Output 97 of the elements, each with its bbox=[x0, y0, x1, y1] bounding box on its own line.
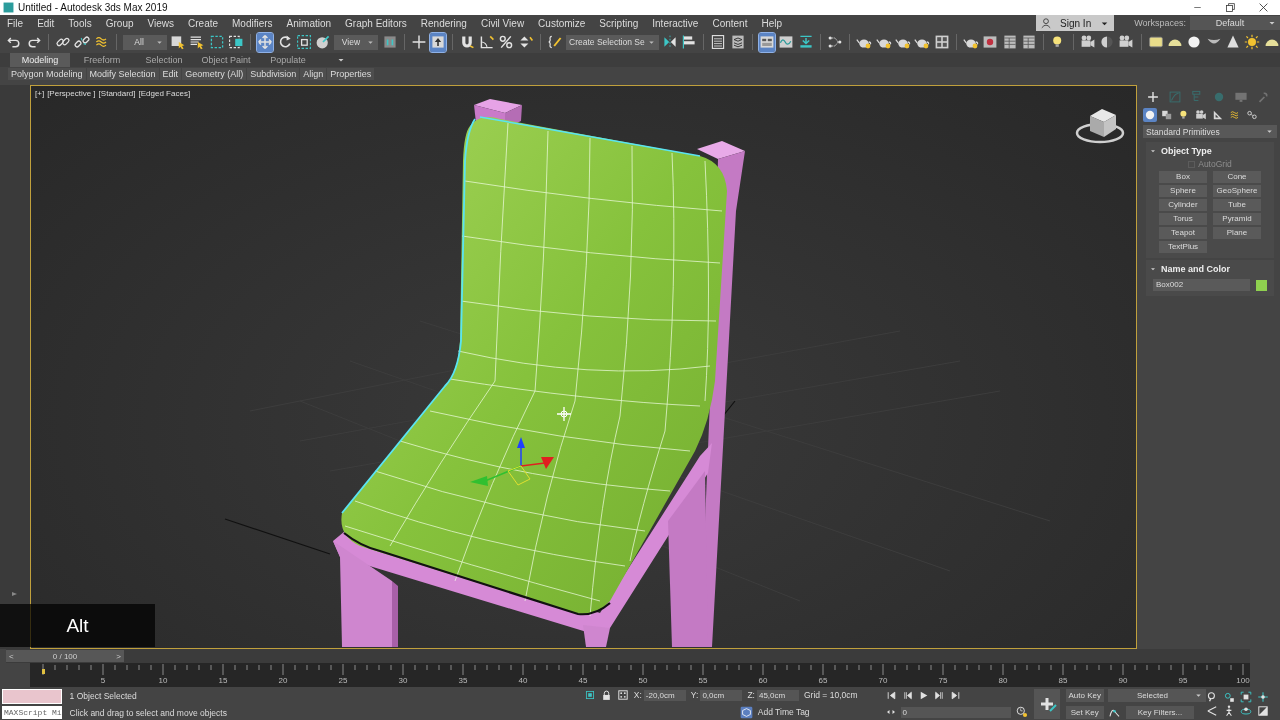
frame-number: 25 bbox=[338, 676, 348, 685]
viewport-label-menu[interactable]: [Perspective ] bbox=[47, 89, 96, 98]
rollout-header[interactable]: Object Type bbox=[1149, 144, 1212, 158]
menu-item[interactable]: Animation bbox=[279, 17, 339, 29]
axis-label: Y: bbox=[690, 690, 699, 701]
toolbar-dropdown[interactable]: All bbox=[122, 34, 167, 50]
grid-size-text: Grid = 10,0cm bbox=[803, 690, 858, 701]
toolbar-dropdown[interactable]: Create Selection Se bbox=[566, 34, 659, 50]
viewport-label-menu[interactable]: [Edged Faces] bbox=[138, 89, 191, 98]
menu-item[interactable]: Interactive bbox=[645, 17, 706, 29]
primitive-button[interactable]: Sphere bbox=[1159, 185, 1207, 197]
primitive-button[interactable]: Torus bbox=[1159, 213, 1207, 225]
menu-item[interactable]: Content bbox=[705, 17, 755, 29]
workspaces-label: Workspaces: bbox=[1133, 18, 1187, 28]
menu-item[interactable]: File bbox=[0, 17, 31, 29]
ribbon-tab[interactable]: Freeform bbox=[72, 53, 132, 67]
ribbon-panel-tab[interactable]: Properties bbox=[327, 68, 375, 80]
menu-item[interactable]: Modifiers bbox=[225, 17, 280, 29]
frame-number: 45 bbox=[578, 676, 588, 685]
frame-number: 55 bbox=[698, 676, 708, 685]
viewport-label-menu[interactable]: [Standard] bbox=[98, 89, 136, 98]
set-key-button[interactable]: Set Key bbox=[1065, 706, 1104, 719]
coordinate-field[interactable]: 45,0cm bbox=[756, 689, 799, 701]
category-dropdown[interactable]: Standard Primitives bbox=[1143, 125, 1277, 138]
ribbon-tab[interactable]: Populate bbox=[258, 53, 318, 67]
workspaces-dropdown[interactable]: Default bbox=[1190, 16, 1280, 30]
maxscript-input-field[interactable]: MAXScript Mi bbox=[2, 706, 62, 719]
ribbon-panel-tab[interactable]: Geometry (All) bbox=[182, 68, 247, 80]
frame-number: 20 bbox=[278, 676, 288, 685]
rollout-header[interactable]: Name and Color bbox=[1149, 262, 1230, 276]
ribbon-panel-tab[interactable]: Subdivision bbox=[247, 68, 300, 80]
menu-item[interactable]: Group bbox=[98, 17, 141, 29]
current-frame-field[interactable]: 0 bbox=[900, 706, 1011, 718]
frame-number: 10 bbox=[158, 676, 168, 685]
axis-label: Z: bbox=[747, 690, 755, 701]
previous-frame-button[interactable]: < bbox=[9, 651, 14, 661]
prompt-text: Click and drag to select and move objects bbox=[69, 707, 228, 718]
frame-number: 35 bbox=[458, 676, 468, 685]
menu-item[interactable]: Customize bbox=[531, 17, 593, 29]
primitive-button[interactable]: Tube bbox=[1213, 199, 1261, 211]
frame-number: 65 bbox=[818, 676, 828, 685]
primitive-button[interactable]: Teapot bbox=[1159, 227, 1207, 239]
axis-label: X: bbox=[633, 690, 642, 701]
menu-item[interactable]: Help bbox=[754, 17, 789, 29]
menu-item[interactable]: Views bbox=[140, 17, 181, 29]
frame-number: 85 bbox=[1058, 676, 1068, 685]
menu-item[interactable]: Create bbox=[181, 17, 226, 29]
selection-status-text: 1 Object Selected bbox=[69, 690, 138, 701]
menu-item[interactable]: Rendering bbox=[413, 17, 474, 29]
time-slider-thumb[interactable]: < 0 / 100 > bbox=[6, 650, 124, 662]
coordinate-field[interactable]: 0,0cm bbox=[700, 689, 743, 701]
frame-number: 95 bbox=[1178, 676, 1188, 685]
primitive-button[interactable]: Cone bbox=[1213, 171, 1261, 183]
ribbon-panel-tab[interactable]: Edit bbox=[159, 68, 182, 80]
pressed-key-text: Alt bbox=[66, 614, 89, 637]
frame-number: 40 bbox=[518, 676, 528, 685]
coordinate-field[interactable]: -20,0cm bbox=[643, 689, 686, 701]
frame-reading: 0 / 100 bbox=[52, 651, 78, 661]
primitive-button[interactable]: Plane bbox=[1213, 227, 1261, 239]
menu-item[interactable]: Tools bbox=[61, 17, 99, 29]
autogrid-label: AutoGrid bbox=[1198, 159, 1232, 169]
primitive-button[interactable]: Pyramid bbox=[1213, 213, 1261, 225]
frame-number: 70 bbox=[878, 676, 888, 685]
auto-key-button[interactable]: Auto Key bbox=[1065, 689, 1104, 702]
next-frame-button[interactable]: > bbox=[116, 651, 121, 661]
menu-item[interactable]: Graph Editors bbox=[338, 17, 414, 29]
frame-number: 50 bbox=[638, 676, 648, 685]
primitive-button[interactable]: TextPlus bbox=[1159, 241, 1207, 253]
frame-number: 100 bbox=[1236, 676, 1250, 685]
time-tag-label: Add Time Tag bbox=[757, 707, 810, 718]
ribbon-tab[interactable]: Modeling bbox=[10, 53, 70, 67]
frame-number: 75 bbox=[938, 676, 948, 685]
viewport-label-menu[interactable]: [+] bbox=[35, 89, 45, 98]
frame-number: 80 bbox=[998, 676, 1008, 685]
primitive-button[interactable]: Cylinder bbox=[1159, 199, 1207, 211]
frame-number: 30 bbox=[398, 676, 408, 685]
key-set-dropdown[interactable]: Selected bbox=[1108, 689, 1206, 702]
menu-item[interactable]: Edit bbox=[30, 17, 62, 29]
ribbon-panel-tab[interactable]: Polygon Modeling bbox=[8, 68, 86, 80]
object-name-field[interactable]: Box002 bbox=[1153, 279, 1250, 291]
frame-number: 5 bbox=[100, 676, 106, 685]
window-title: Untitled - Autodesk 3ds Max 2019 bbox=[17, 2, 169, 13]
time-slider-track[interactable]: < 0 / 100 > bbox=[6, 649, 1250, 663]
key-filters-button[interactable]: Key Filters... bbox=[1126, 706, 1194, 719]
frame-number: 15 bbox=[218, 676, 228, 685]
frame-number: 60 bbox=[758, 676, 768, 685]
primitive-button[interactable]: Box bbox=[1159, 171, 1207, 183]
ribbon-panel-tab[interactable]: Align bbox=[300, 68, 327, 80]
ribbon-tab[interactable]: Selection bbox=[134, 53, 194, 67]
sign-in-button[interactable]: Sign In bbox=[1036, 15, 1115, 31]
ribbon-tab[interactable]: Object Paint bbox=[196, 53, 256, 67]
menu-item[interactable]: Scripting bbox=[592, 17, 646, 29]
toolbar-dropdown[interactable]: View bbox=[334, 34, 379, 50]
frame-number: 90 bbox=[1118, 676, 1128, 685]
menu-item[interactable]: Civil View bbox=[473, 17, 532, 29]
ribbon-panel-tab[interactable]: Modify Selection bbox=[86, 68, 159, 80]
primitive-button[interactable]: GeoSphere bbox=[1213, 185, 1261, 197]
